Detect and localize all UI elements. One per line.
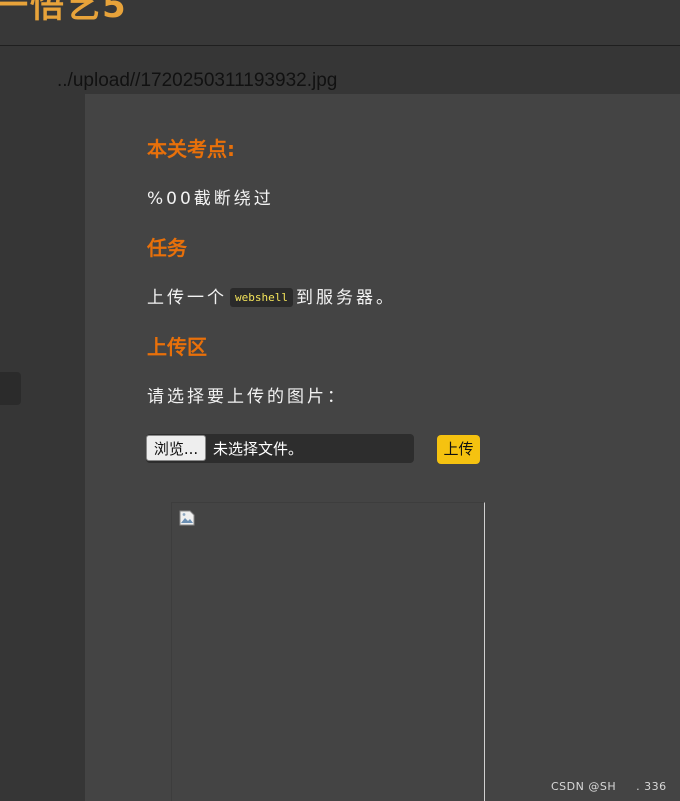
browse-button[interactable]: 浏览... — [146, 435, 206, 461]
upload-path-text: ../upload//1720250311193932.jpg — [57, 70, 338, 91]
image-preview — [171, 502, 485, 801]
task-text-before: 上传一个 — [147, 288, 227, 308]
broken-image-icon — [179, 510, 195, 526]
webshell-code: webshell — [230, 288, 293, 307]
task-heading: 任务 — [147, 236, 187, 260]
upload-button[interactable]: 上传 — [437, 435, 480, 464]
task-text: 上传一个 webshell 到服务器。 — [147, 283, 396, 308]
left-sidebar-tab[interactable] — [0, 372, 21, 405]
file-status-text: 未选择文件。 — [213, 440, 304, 458]
file-input[interactable]: 浏览... 未选择文件。 — [146, 434, 414, 463]
select-image-prompt: 请选择要上传的图片： — [147, 387, 347, 407]
site-logo[interactable]: 一悟艺5 — [0, 0, 128, 26]
watermark: CSDN @SH . 336 — [551, 780, 667, 793]
top-bar: 一悟艺5 — [0, 0, 680, 46]
task-text-after: 到服务器。 — [295, 288, 396, 308]
exam-point-text: %00截断绕过 — [147, 189, 274, 209]
exam-point-heading: 本关考点: — [147, 137, 235, 161]
upload-area-heading: 上传区 — [147, 335, 207, 359]
